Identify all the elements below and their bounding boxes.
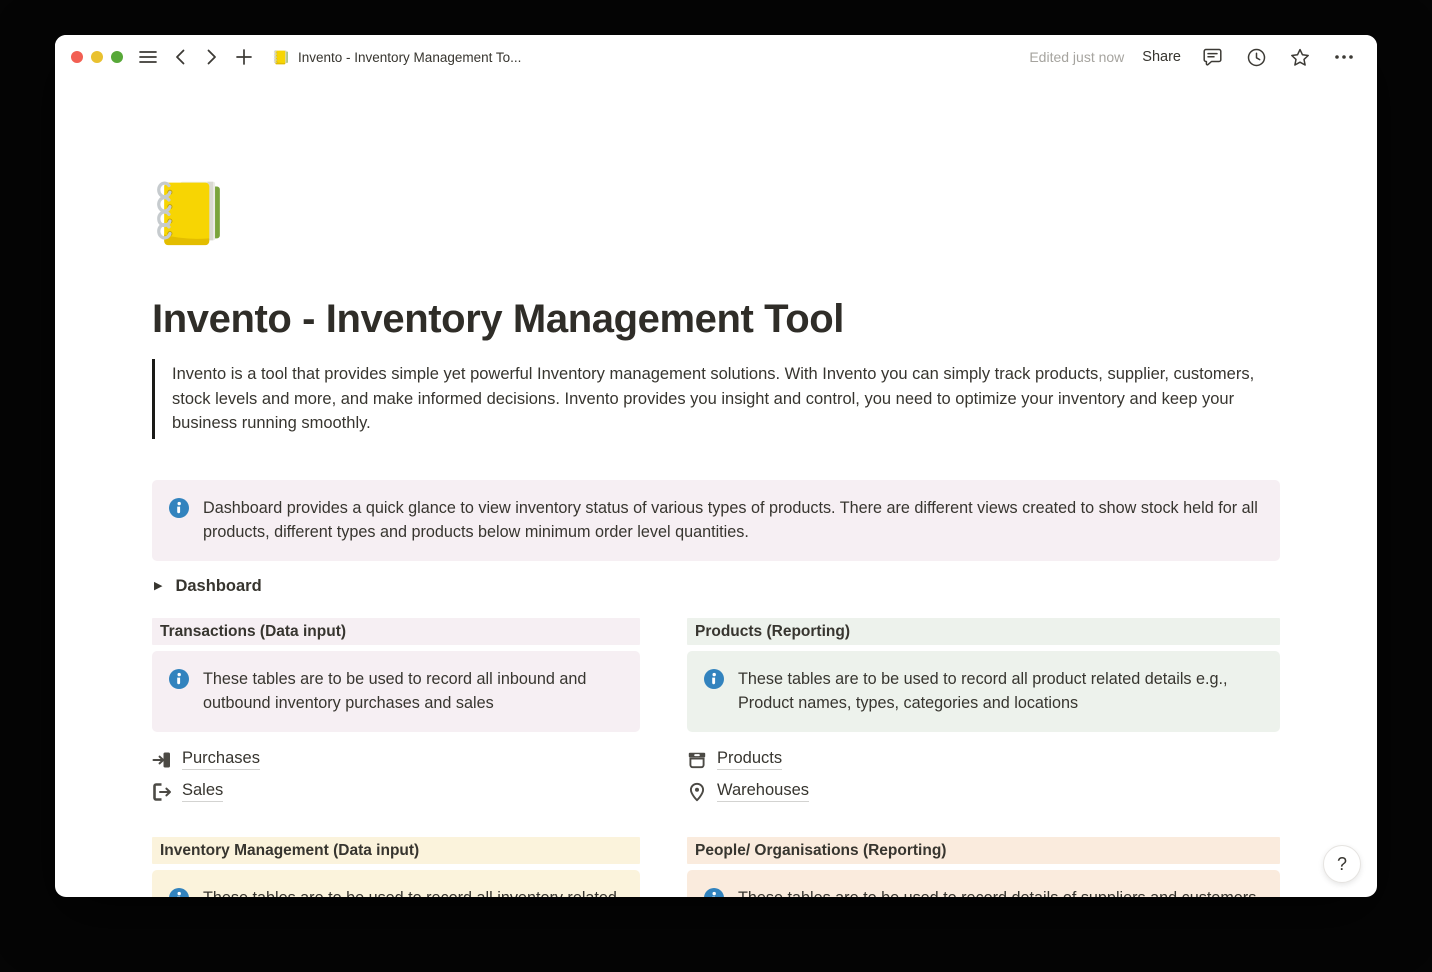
edited-status: Edited just now bbox=[1029, 49, 1124, 65]
info-icon bbox=[704, 888, 724, 898]
enter-door-icon bbox=[152, 750, 172, 770]
dashboard-callout: Dashboard provides a quick glance to vie… bbox=[152, 480, 1280, 561]
warehouses-link-label: Warehouses bbox=[717, 781, 809, 802]
left-column: Transactions (Data input) These tables a… bbox=[152, 618, 640, 898]
location-pin-icon bbox=[687, 782, 707, 802]
page-link-sales[interactable]: Sales bbox=[152, 776, 223, 808]
info-icon bbox=[704, 669, 724, 689]
products-callout: These tables are to be used to record al… bbox=[687, 651, 1280, 732]
info-icon bbox=[169, 498, 189, 518]
hamburger-icon[interactable] bbox=[135, 43, 161, 71]
traffic-lights bbox=[71, 51, 123, 63]
comments-icon[interactable] bbox=[1199, 43, 1225, 71]
inventory-management-callout-text: These tables are to be used to record al… bbox=[203, 886, 623, 898]
page-link-warehouses[interactable]: Warehouses bbox=[687, 776, 809, 808]
right-column: Products (Reporting) These tables are to… bbox=[687, 618, 1280, 898]
more-icon[interactable] bbox=[1331, 43, 1357, 71]
sales-link-label: Sales bbox=[182, 781, 223, 802]
new-tab-icon[interactable] bbox=[231, 43, 257, 71]
two-column-layout: Transactions (Data input) These tables a… bbox=[152, 618, 1280, 898]
back-icon[interactable] bbox=[167, 43, 193, 71]
dashboard-callout-text: Dashboard provides a quick glance to vie… bbox=[203, 496, 1263, 545]
section-header-transactions: Transactions (Data input) bbox=[152, 618, 640, 645]
notion-window: Invento - Inventory Management To... Edi… bbox=[55, 35, 1377, 897]
section-header-products: Products (Reporting) bbox=[687, 618, 1280, 645]
dashboard-toggle-label: Dashboard bbox=[175, 577, 261, 596]
products-links: Products Warehouses bbox=[687, 744, 1280, 808]
tab-title: Invento - Inventory Management To... bbox=[298, 50, 521, 65]
info-icon bbox=[169, 669, 189, 689]
zoom-window-button[interactable] bbox=[111, 51, 123, 63]
products-callout-text: These tables are to be used to record al… bbox=[738, 667, 1263, 716]
close-window-button[interactable] bbox=[71, 51, 83, 63]
current-tab[interactable]: Invento - Inventory Management To... bbox=[273, 49, 521, 65]
toggle-triangle-icon[interactable]: ▶ bbox=[154, 581, 162, 592]
page-link-products[interactable]: Products bbox=[687, 744, 782, 776]
dashboard-toggle[interactable]: ▶ Dashboard bbox=[152, 574, 264, 599]
section-header-inventory-management: Inventory Management (Data input) bbox=[152, 837, 640, 864]
transactions-callout-text: These tables are to be used to record al… bbox=[203, 667, 623, 716]
archive-box-icon bbox=[687, 750, 707, 770]
intro-quote: Invento is a tool that provides simple y… bbox=[152, 359, 1280, 439]
tab-notebook-icon bbox=[273, 49, 290, 65]
history-icon[interactable] bbox=[1243, 43, 1269, 71]
exit-door-icon bbox=[152, 782, 172, 802]
info-icon bbox=[169, 888, 189, 898]
section-header-people-organisations: People/ Organisations (Reporting) bbox=[687, 837, 1280, 864]
people-organisations-callout-text: These tables are to be used to record de… bbox=[738, 886, 1256, 898]
titlebar: Invento - Inventory Management To... Edi… bbox=[55, 35, 1377, 79]
products-link-label: Products bbox=[717, 749, 782, 770]
page-notebook-icon[interactable] bbox=[152, 175, 232, 248]
purchases-link-label: Purchases bbox=[182, 749, 260, 770]
help-button[interactable]: ? bbox=[1323, 845, 1361, 883]
share-button[interactable]: Share bbox=[1142, 49, 1181, 65]
transactions-callout: These tables are to be used to record al… bbox=[152, 651, 640, 732]
page-link-purchases[interactable]: Purchases bbox=[152, 744, 260, 776]
page-content: Invento - Inventory Management Tool Inve… bbox=[55, 79, 1377, 897]
favorite-star-icon[interactable] bbox=[1287, 43, 1313, 71]
people-organisations-callout: These tables are to be used to record de… bbox=[687, 870, 1280, 898]
forward-icon[interactable] bbox=[199, 43, 225, 71]
minimize-window-button[interactable] bbox=[91, 51, 103, 63]
transactions-links: Purchases Sales bbox=[152, 744, 640, 808]
inventory-management-callout: These tables are to be used to record al… bbox=[152, 870, 640, 898]
page-title[interactable]: Invento - Inventory Management Tool bbox=[152, 295, 1280, 343]
